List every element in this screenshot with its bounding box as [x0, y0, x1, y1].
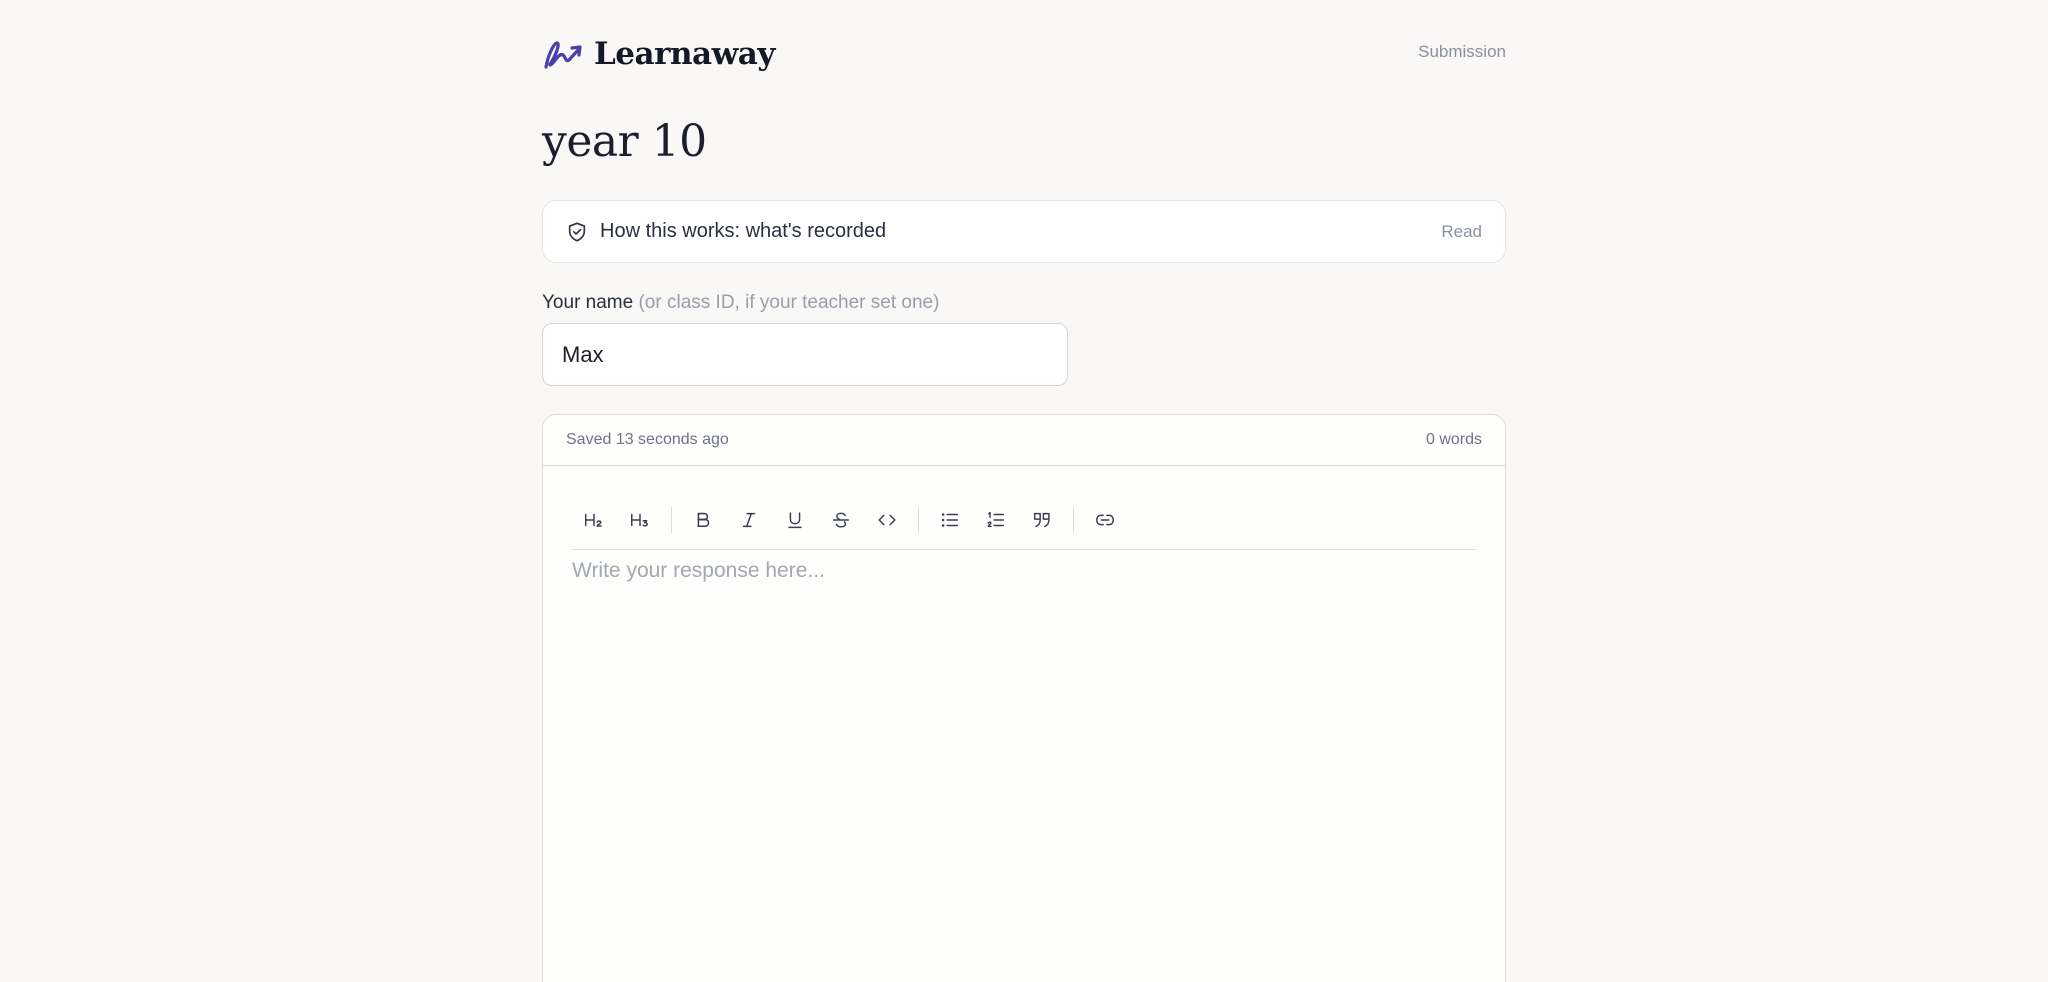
response-editor: Saved 13 seconds ago 0 words Write your …: [542, 414, 1506, 982]
shield-check-icon: [568, 221, 586, 242]
how-this-works-banner[interactable]: How this works: what's recorded Read: [542, 200, 1506, 263]
word-count: 0 words: [1425, 431, 1482, 448]
name-label-hint: (or class ID, if your teacher set one): [638, 292, 940, 313]
toolbar-divider: [1073, 506, 1074, 533]
heading-2-icon: [585, 513, 602, 527]
bullet-list-button[interactable]: [927, 497, 973, 543]
editor-status-bar: Saved 13 seconds ago 0 words: [543, 415, 1505, 466]
name-label-text: Your name: [542, 292, 634, 313]
name-input[interactable]: [542, 323, 1068, 386]
toolbar-divider: [918, 506, 919, 533]
quote-icon: [1033, 512, 1050, 527]
code-icon: [878, 514, 896, 525]
save-status: Saved 13 seconds ago: [566, 431, 729, 448]
banner-title: How this works: what's recorded: [600, 220, 887, 242]
name-field-label: Your name (or class ID, if your teacher …: [542, 292, 939, 314]
toolbar-divider: [671, 506, 672, 533]
heading-2-button[interactable]: [571, 497, 617, 543]
italic-button[interactable]: [726, 497, 772, 543]
code-button[interactable]: [864, 497, 910, 543]
bold-icon: [697, 512, 710, 527]
heading-3-icon: [631, 513, 648, 527]
ordered-list-button[interactable]: [973, 497, 1019, 543]
italic-icon: [742, 512, 756, 527]
brand-name: Learnaway: [594, 36, 775, 72]
read-button[interactable]: Read: [1441, 222, 1482, 242]
page-title: year 10: [542, 116, 707, 167]
formatting-toolbar: [571, 490, 1477, 550]
page-container: Learnaway Submission year 10 How this wo…: [542, 0, 1506, 982]
bullet-list-icon: [941, 512, 959, 527]
heading-3-button[interactable]: [617, 497, 663, 543]
strikethrough-button[interactable]: [818, 497, 864, 543]
brand[interactable]: Learnaway: [542, 34, 775, 74]
blockquote-button[interactable]: [1019, 497, 1065, 543]
underline-icon: [788, 511, 802, 528]
response-text-area[interactable]: Write your response here...: [572, 559, 1478, 979]
submission-link[interactable]: Submission: [1418, 42, 1506, 62]
learnaway-logo-icon: [544, 41, 582, 69]
ordered-list-icon: [987, 511, 1005, 527]
bold-button[interactable]: [680, 497, 726, 543]
link-button[interactable]: [1082, 497, 1128, 543]
link-icon: [1096, 514, 1114, 525]
strikethrough-icon: [832, 512, 850, 528]
underline-button[interactable]: [772, 497, 818, 543]
